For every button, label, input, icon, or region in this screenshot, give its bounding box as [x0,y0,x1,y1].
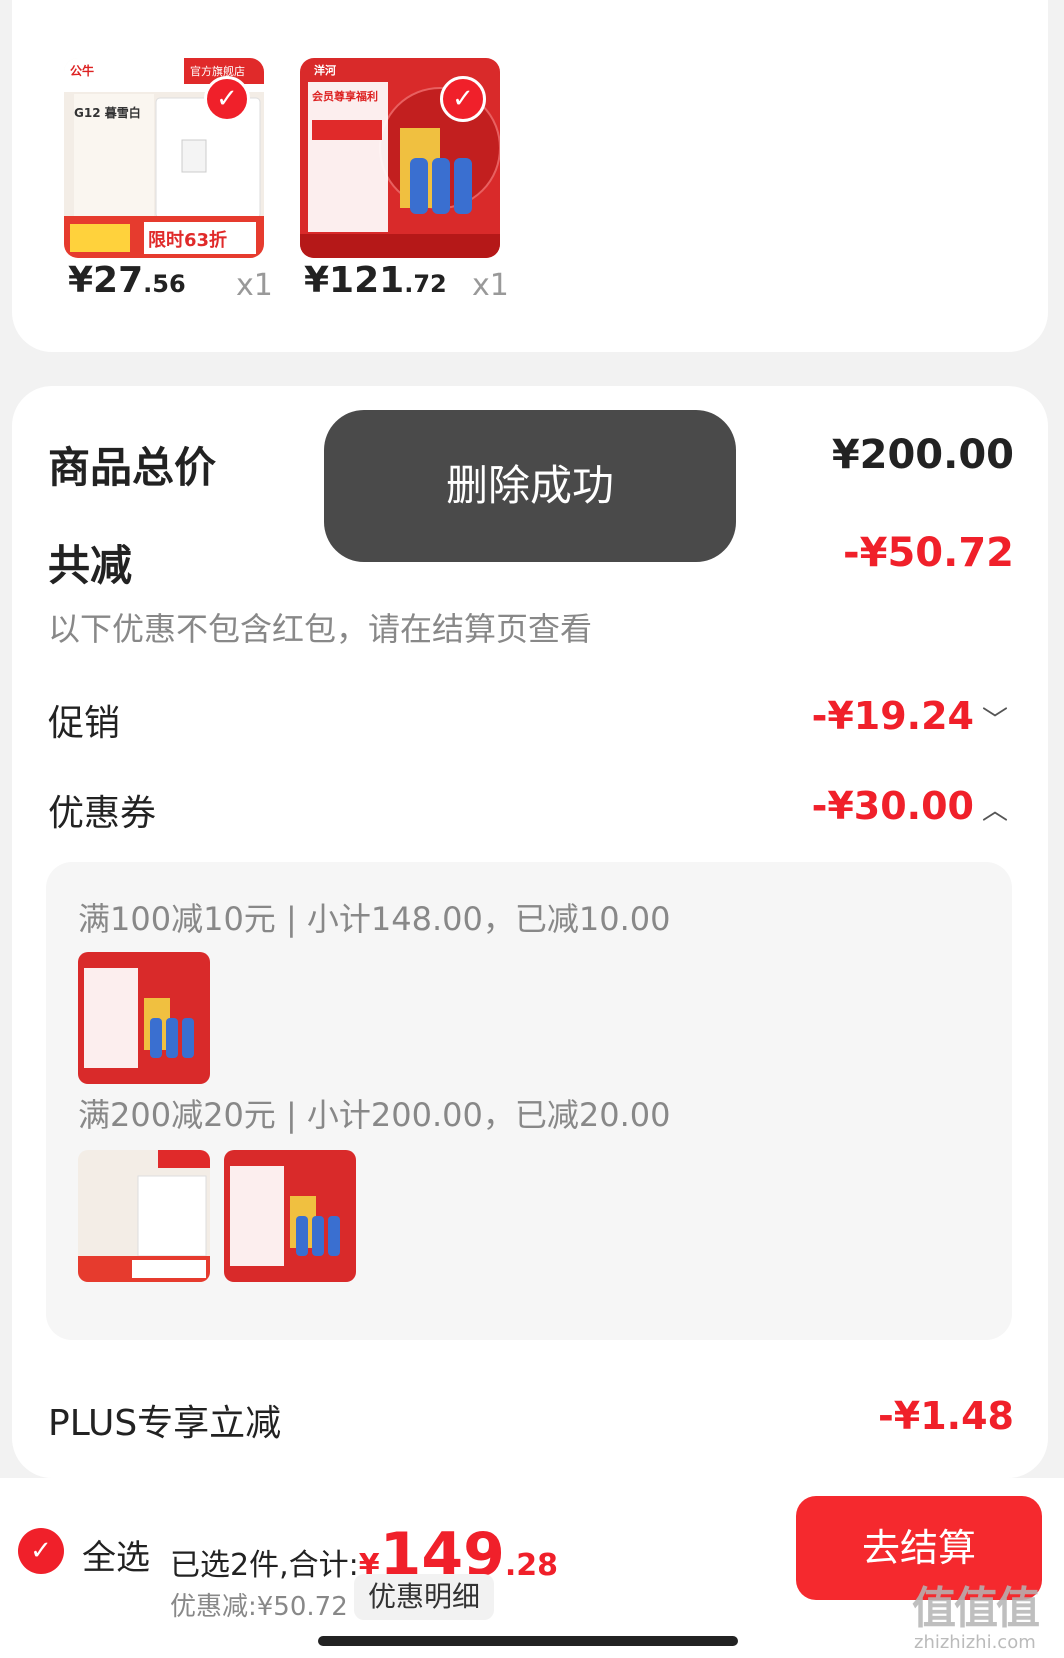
promo-value: -¥19.24 [811,694,974,738]
coupon-product-thumb[interactable] [224,1150,356,1282]
product-name-text: G12 暮雪白 [74,106,141,120]
price-main: ¥121 [304,260,405,301]
item-price: ¥27.56 [68,260,186,301]
coupon-title: 满200减20元 | 小计200.00，已减20.00 [78,1096,671,1134]
total-reduce-label: 共减 [48,541,133,590]
product-thumb-yanghe[interactable]: 洋河 会员尊享福利 ✓ [300,58,500,258]
total-cents: .28 [504,1548,559,1583]
plus-value: -¥1.48 [878,1394,1014,1438]
promo-text: 限时63折 [148,230,228,251]
discount-amount: 优惠减:¥50.72 [170,1592,348,1622]
coupon-row[interactable]: -¥30.00 ︿ [812,784,1008,828]
coupon-detail-box: 满100减10元 | 小计148.00，已减10.00 满200减20元 | 小… [46,862,1012,1340]
coupon-value: -¥30.00 [811,784,974,828]
price-cents: .72 [404,270,447,298]
coupon-label: 优惠券 [48,793,157,834]
item-qty: x1 [472,268,509,303]
total-reduce-value: -¥50.72 [843,530,1014,576]
brand-label: 洋河 [314,64,336,77]
select-all-label[interactable]: 全选 [82,1530,150,1579]
watermark-logo: 值值值 [912,1583,1040,1634]
brand-label: 公牛 [70,64,95,78]
check-icon[interactable]: ✓ [18,1528,64,1574]
check-icon[interactable]: ✓ [204,76,250,122]
price-cents: .56 [143,270,186,298]
discount-detail-button[interactable]: 优惠明细 [354,1574,494,1620]
total-price-value: ¥200.00 [831,432,1014,478]
product-thumb-bull-switch[interactable]: 公牛 官方旗舰店 G12 暮雪白 限时63折 ✓ [64,58,264,258]
store-badge: 官方旗舰店 [190,65,245,78]
item-qty: x1 [236,268,273,303]
total-price-label: 商品总价 [48,443,217,492]
coupon-product-thumb[interactable] [78,952,210,1084]
product-name-text: 会员尊享福利 [312,90,378,103]
coupon-title: 满100减10元 | 小计148.00，已减10.00 [78,900,671,938]
check-icon[interactable]: ✓ [440,76,486,122]
discount-hint: 以下优惠不包含红包，请在结算页查看 [48,610,593,648]
product-image [78,952,210,1084]
chevron-down-icon[interactable]: ﹀ [982,706,1008,736]
toast-message: 删除成功 [324,410,736,562]
promo-label: 促销 [48,703,121,744]
coupon-product-thumb[interactable] [78,1150,210,1282]
price-main: ¥27 [68,260,144,301]
home-indicator[interactable] [318,1636,738,1646]
chevron-up-icon[interactable]: ︿ [982,796,1008,826]
selected-text: 已选2件,合计: [170,1548,359,1583]
product-image [78,1150,210,1282]
product-image [224,1150,356,1282]
item-price: ¥121.72 [304,260,447,301]
promo-row[interactable]: -¥19.24 ﹀ [812,694,1008,738]
watermark-url: zhizhizhi.com [914,1632,1036,1653]
checkout-bar: ✓ 全选 已选2件,合计:¥149.28 优惠减:¥50.72 优惠明细 去结算 [0,1478,1064,1658]
plus-label: PLUS专享立减 [48,1403,282,1444]
